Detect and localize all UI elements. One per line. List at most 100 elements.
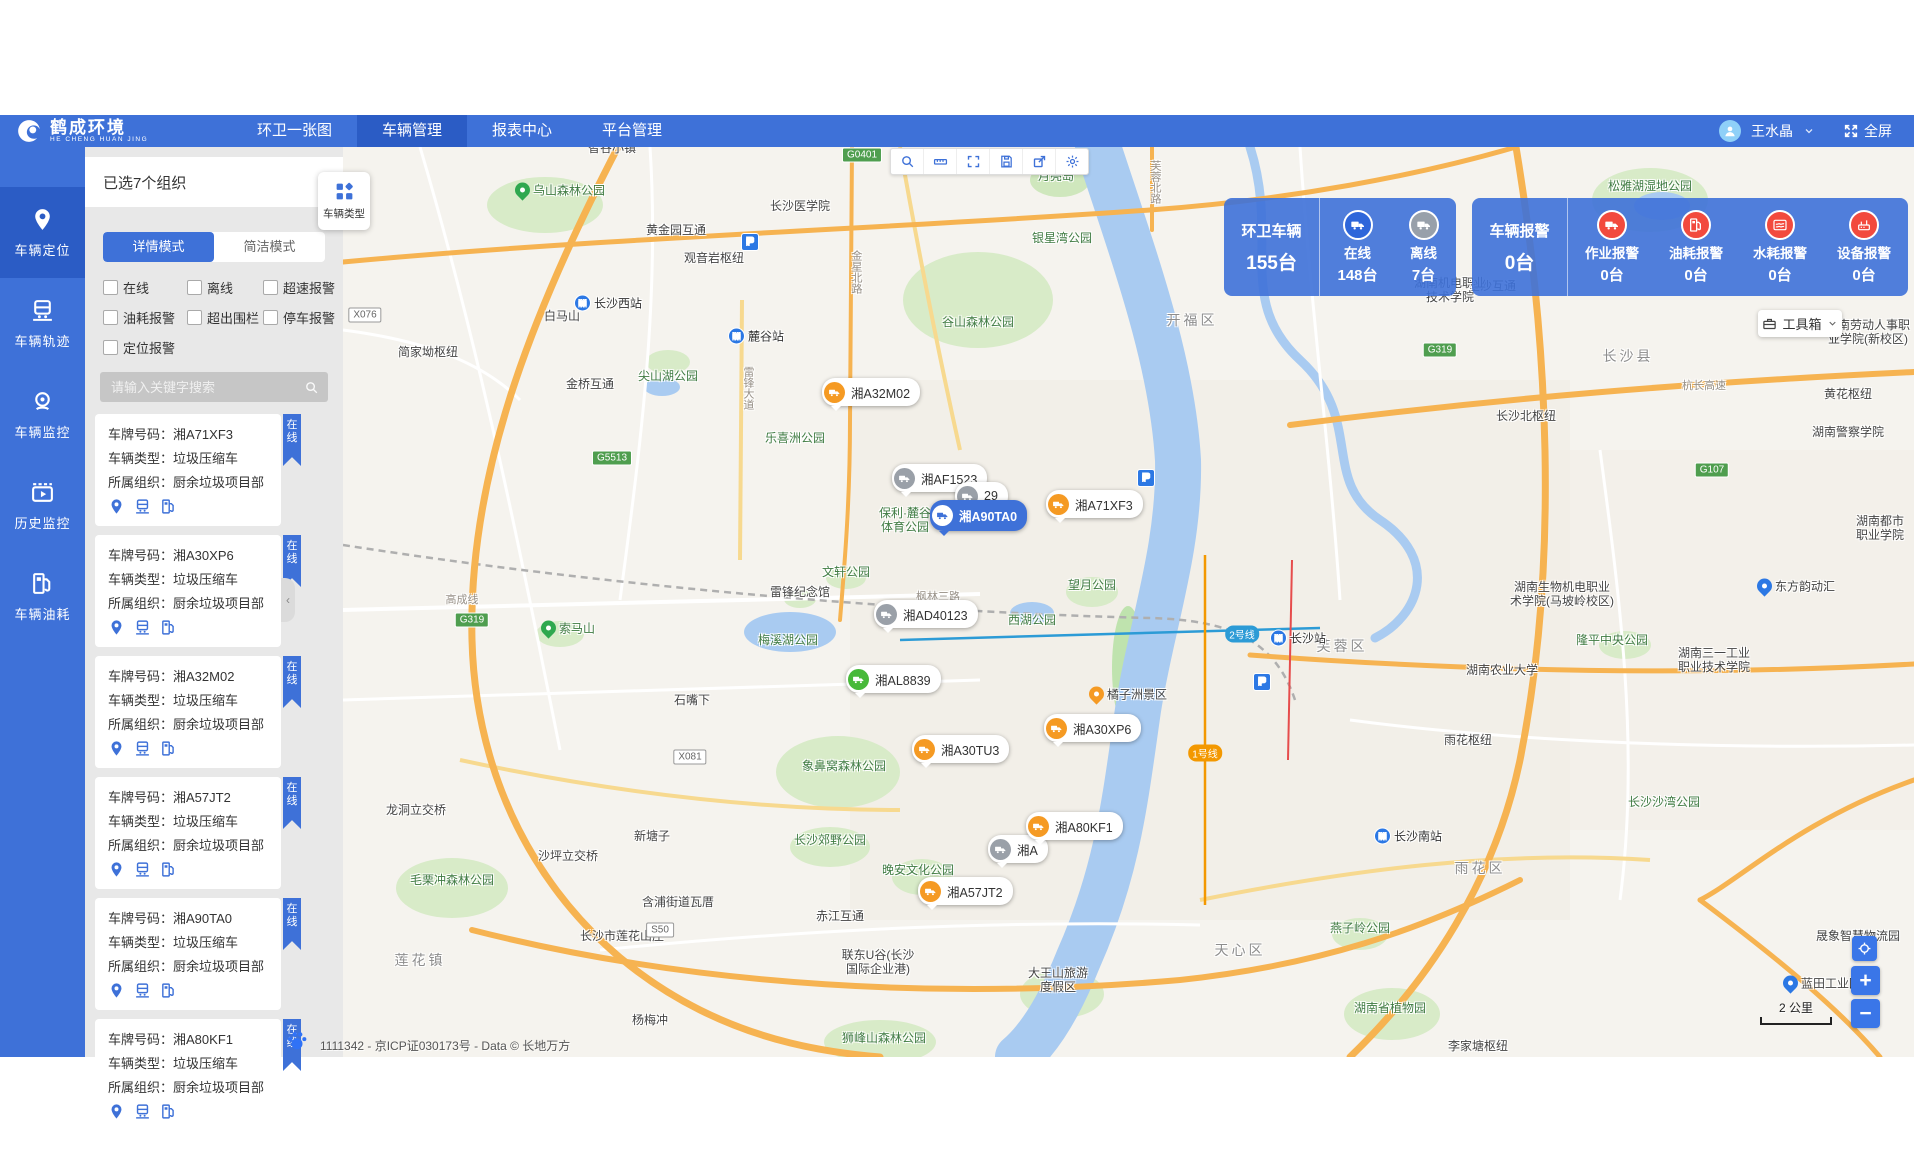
locate-vehicle-icon[interactable] — [108, 1103, 125, 1120]
toolbar-icon-button[interactable] — [957, 149, 990, 174]
filter-checkbox[interactable]: 超速报警 — [263, 278, 343, 297]
vehicle-card[interactable]: 车牌号码：湘A71XF3 车辆类型：垃圾压缩车 所属组织：厨余垃圾项目部 在线 — [95, 414, 281, 526]
map-place-label: 尖山湖公园 — [638, 369, 698, 383]
panel-collapse-handle[interactable]: ‹ — [281, 578, 295, 622]
checkbox-box[interactable] — [187, 280, 202, 295]
locate-vehicle-icon[interactable] — [108, 982, 125, 999]
checkbox-box[interactable] — [187, 310, 202, 325]
filter-checkbox[interactable]: 超出围栏 — [187, 308, 263, 327]
mode-tab[interactable]: 简洁模式 — [214, 232, 325, 262]
org-field-label: 所属组织： — [108, 717, 173, 732]
vehicle-map-marker[interactable]: 湘A57JT2 — [918, 877, 1013, 905]
nav-tab[interactable]: 车辆管理 — [357, 115, 467, 147]
org-field-label: 所属组织： — [108, 475, 173, 490]
zoom-out-button[interactable]: − — [1851, 999, 1880, 1028]
vehicle-card[interactable]: 车牌号码：湘A80KF1 车辆类型：垃圾压缩车 所属组织：厨余垃圾项目部 在线 — [95, 1019, 281, 1131]
fuel-vehicle-icon[interactable] — [160, 619, 177, 636]
locate-vehicle-icon[interactable] — [108, 498, 125, 515]
filter-checkbox[interactable]: 离线 — [187, 278, 263, 297]
toolbar-icon-button[interactable] — [891, 149, 924, 174]
toolbox-label: 工具箱 — [1782, 314, 1821, 333]
fuel-vehicle-icon[interactable] — [160, 498, 177, 515]
fuel-vehicle-icon[interactable] — [160, 740, 177, 757]
toolbox-button[interactable]: 工具箱 — [1758, 310, 1842, 337]
nav-tab[interactable]: 平台管理 — [577, 115, 687, 147]
chevron-down-icon[interactable] — [1803, 125, 1815, 137]
map-place-label: 雷锋纪念馆 — [770, 585, 830, 599]
filter-checkbox[interactable]: 停车报警 — [263, 308, 343, 327]
save-icon — [999, 154, 1014, 169]
mode-tab[interactable]: 详情模式 — [103, 232, 214, 262]
fuel-vehicle-icon[interactable] — [160, 861, 177, 878]
org-selector[interactable]: 已选7个组织 ▶ — [85, 157, 343, 207]
org-field-label: 所属组织： — [108, 838, 173, 853]
track-vehicle-icon[interactable] — [134, 982, 151, 999]
vehicle-card[interactable]: 车牌号码：湘A90TA0 车辆类型：垃圾压缩车 所属组织：厨余垃圾项目部 在线 — [95, 898, 281, 1010]
search-input[interactable] — [109, 379, 304, 396]
toolbar-icon-button[interactable] — [990, 149, 1023, 174]
toolbar-icon-button[interactable] — [1056, 149, 1088, 174]
alarm-item-value: 0台 — [1600, 264, 1623, 285]
sidebar-item[interactable]: 车辆油耗 — [0, 551, 85, 642]
checkbox-box[interactable] — [263, 280, 278, 295]
search-icon[interactable] — [304, 380, 319, 395]
map-place-label: 金星北路 — [849, 250, 863, 294]
app-header: 鹤成环境 HE CHENG HUAN JING 环卫一张图车辆管理报表中心平台管… — [0, 115, 1914, 147]
vehicle-map-marker[interactable]: 湘A30XP6 — [1044, 714, 1141, 742]
checkbox-box[interactable] — [103, 340, 118, 355]
vehicle-card[interactable]: 车牌号码：湘A57JT2 车辆类型：垃圾压缩车 所属组织：厨余垃圾项目部 在线 — [95, 777, 281, 889]
nav-tab[interactable]: 报表中心 — [467, 115, 577, 147]
track-vehicle-icon[interactable] — [134, 740, 151, 757]
sidebar-item[interactable]: 车辆轨迹 — [0, 278, 85, 369]
track-vehicle-icon[interactable] — [134, 619, 151, 636]
avatar[interactable] — [1719, 120, 1741, 142]
vehicle-type-button[interactable]: 车辆类型 — [318, 172, 370, 230]
locate-button[interactable] — [1852, 936, 1877, 961]
vehicle-map-marker[interactable]: 湘AD40123 — [874, 600, 978, 628]
alarm-stat-item: 水耗报警 0台 — [1753, 210, 1807, 285]
checkbox-box[interactable] — [263, 310, 278, 325]
toolbar-icon-button[interactable] — [1023, 149, 1056, 174]
locate-vehicle-icon[interactable] — [108, 619, 125, 636]
sidebar-item[interactable]: 车辆监控 — [0, 369, 85, 460]
map-place-label: 雷锋大道 — [741, 366, 755, 410]
vehicle-map-marker[interactable]: 湘AL8839 — [846, 665, 941, 693]
locate-vehicle-icon[interactable] — [108, 740, 125, 757]
locate-vehicle-icon[interactable] — [108, 861, 125, 878]
alarm-item-label: 水耗报警 — [1753, 242, 1807, 262]
track-vehicle-icon[interactable] — [134, 1103, 151, 1120]
vehicle-plate: 湘A57JT2 — [173, 790, 231, 805]
nav-tab[interactable]: 环卫一张图 — [232, 115, 357, 147]
vehicle-map-marker[interactable]: 湘A90TA0 — [930, 500, 1027, 531]
filter-checkbox[interactable]: 定位报警 — [103, 338, 187, 357]
video-icon — [30, 480, 55, 505]
vehicle-map-marker[interactable]: 湘A30TU3 — [912, 735, 1009, 763]
checkbox-box[interactable] — [103, 310, 118, 325]
toolbar-icon-button[interactable] — [924, 149, 957, 174]
filter-label: 定位报警 — [123, 338, 175, 357]
track-vehicle-icon[interactable] — [134, 498, 151, 515]
filter-checkbox[interactable]: 在线 — [103, 278, 187, 297]
filter-checkbox[interactable]: 油耗报警 — [103, 308, 187, 327]
user-name[interactable]: 王水晶 — [1751, 121, 1793, 141]
marker-truck-icon — [828, 386, 841, 399]
search-bar[interactable] — [100, 372, 328, 402]
zoom-in-button[interactable]: + — [1851, 966, 1880, 995]
metro-station-icon: M — [728, 328, 745, 345]
map-place-label: 湖南三一工业职业技术学院 — [1678, 646, 1750, 674]
vehicle-map-marker[interactable]: 湘A80KF1 — [1026, 812, 1123, 840]
fuel-vehicle-icon[interactable] — [160, 1103, 177, 1120]
vehicle-card[interactable]: 车牌号码：湘A32M02 车辆类型：垃圾压缩车 所属组织：厨余垃圾项目部 在线 — [95, 656, 281, 768]
map-place-label: 长沙县 — [1603, 349, 1654, 363]
vehicle-card[interactable]: 车牌号码：湘A30XP6 车辆类型：垃圾压缩车 所属组织：厨余垃圾项目部 在线 — [95, 535, 281, 647]
marker-truck-icon — [924, 885, 937, 898]
vehicle-map-marker[interactable]: 湘A32M02 — [822, 378, 920, 406]
checkbox-box[interactable] — [103, 280, 118, 295]
fuel-vehicle-icon[interactable] — [160, 982, 177, 999]
fullscreen-button[interactable]: 全屏 — [1843, 121, 1892, 141]
map-place-label: 雨花枢纽 — [1444, 733, 1492, 747]
sidebar-item[interactable]: 车辆定位 — [0, 187, 85, 278]
vehicle-map-marker[interactable]: 湘A71XF3 — [1046, 490, 1143, 518]
track-vehicle-icon[interactable] — [134, 861, 151, 878]
sidebar-item[interactable]: 历史监控 — [0, 460, 85, 551]
